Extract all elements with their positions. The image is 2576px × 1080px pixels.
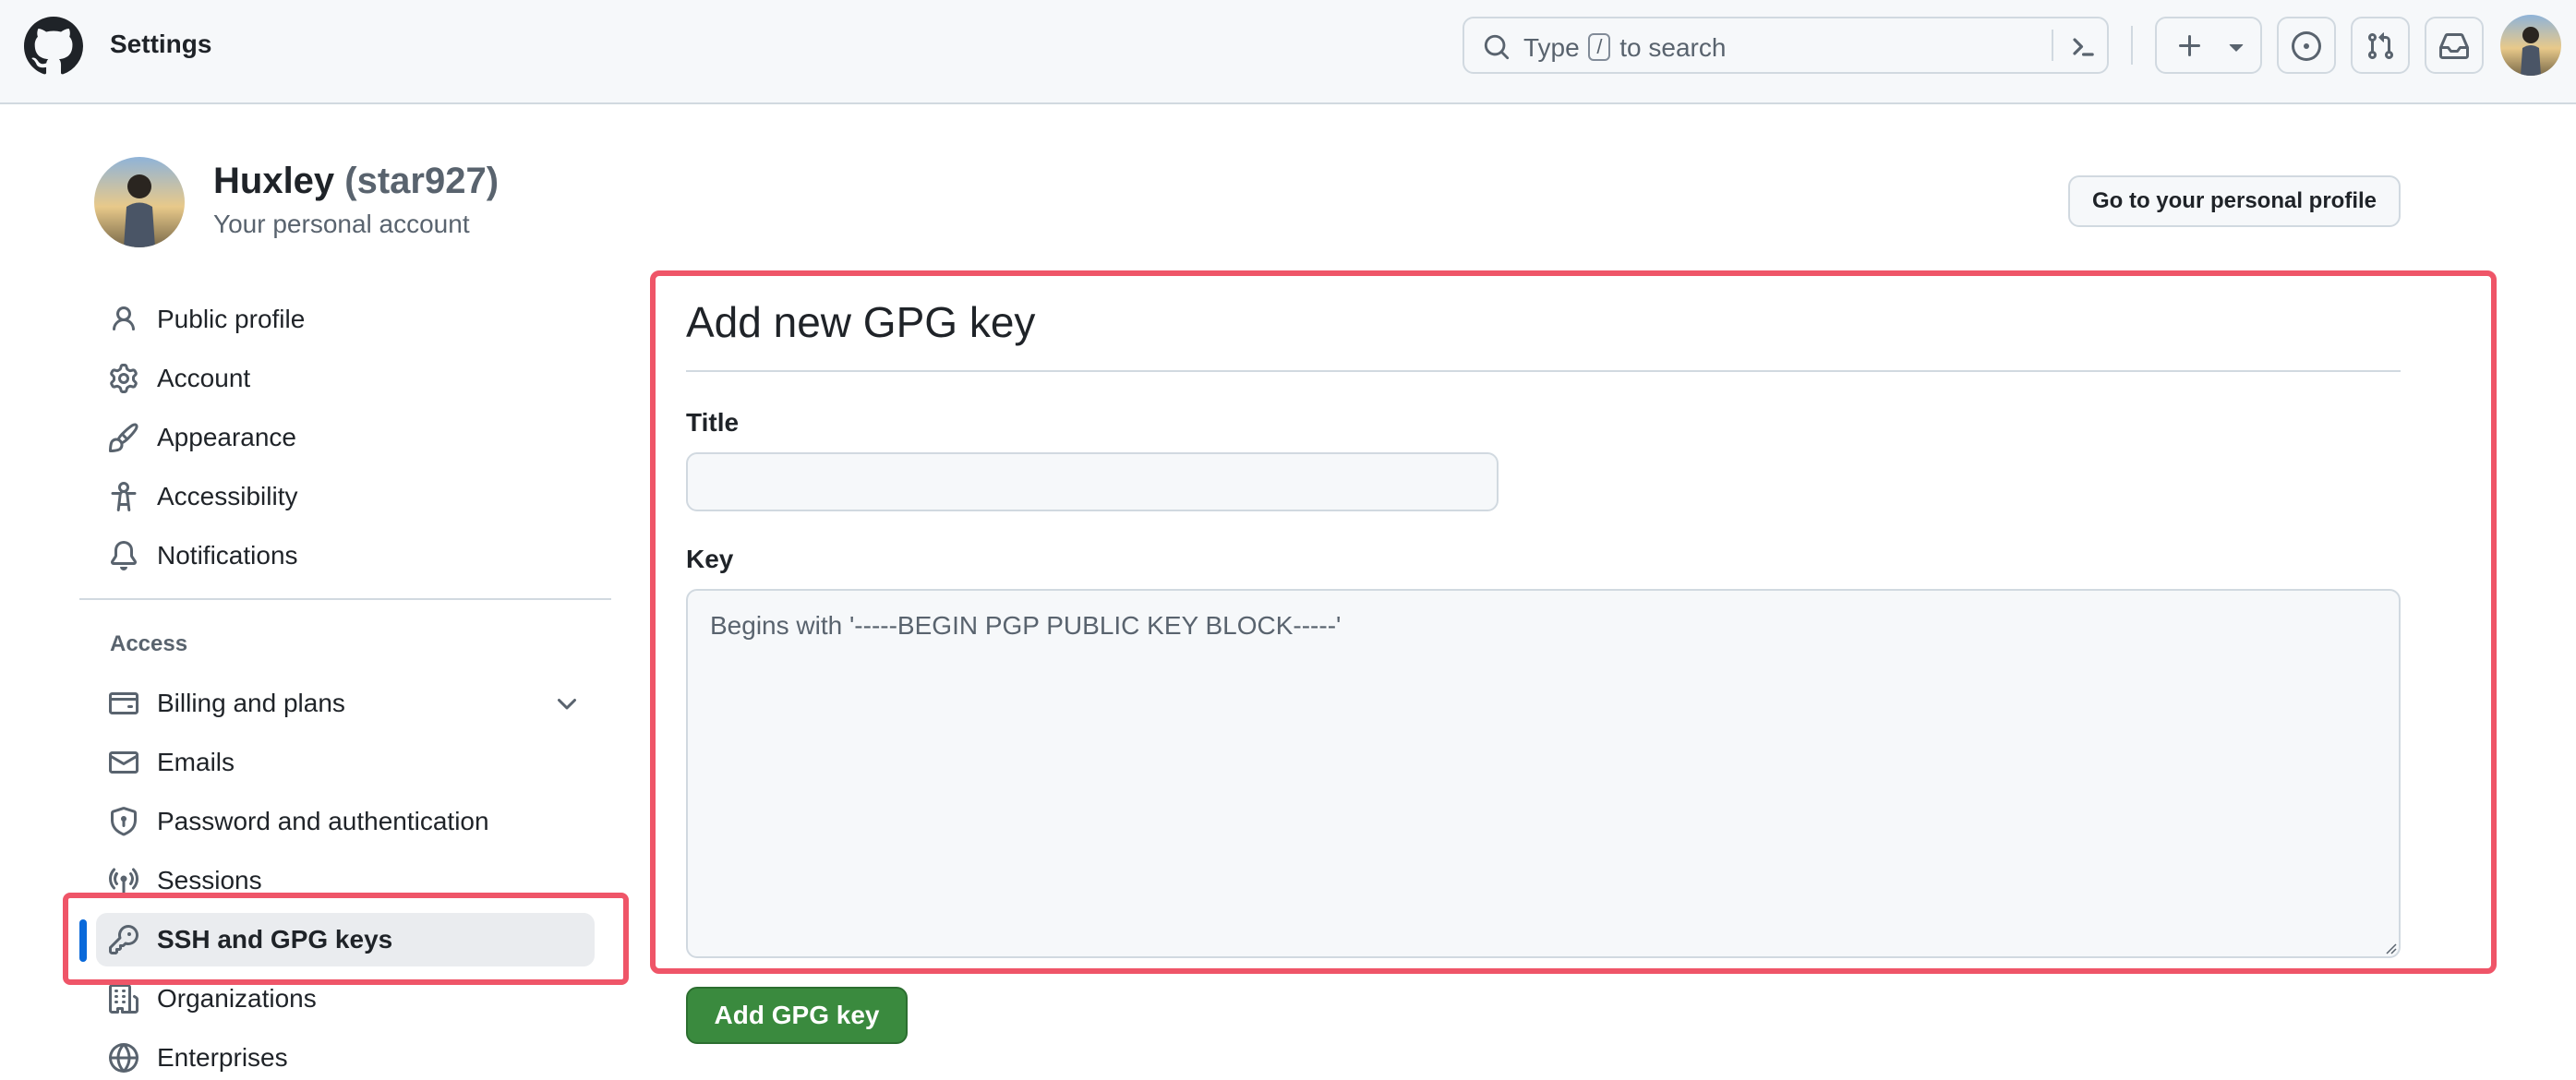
sidebar-item-emails[interactable]: Emails — [96, 736, 595, 789]
issues-icon — [2292, 31, 2321, 61]
search-icon — [1484, 34, 1510, 60]
search-placeholder: Type / to search — [1523, 33, 1726, 63]
sidebar-item-label: Appearance — [157, 423, 297, 451]
key-field-label: Key — [686, 545, 734, 573]
sidebar-item-label: Sessions — [157, 866, 262, 894]
search-prefix: Type — [1523, 33, 1580, 62]
pull-requests-icon — [2367, 32, 2394, 60]
sidebar-item-billing[interactable]: Billing and plans — [96, 677, 595, 730]
sidebar-item-label: Accessibility — [157, 482, 298, 510]
sidebar-item-label: Password and authentication — [157, 807, 489, 835]
search-divider — [2052, 30, 2053, 61]
pull-requests-button[interactable] — [2351, 17, 2410, 74]
create-new-button[interactable] — [2155, 17, 2262, 74]
profile-avatar — [94, 157, 185, 247]
command-palette-icon[interactable] — [2066, 31, 2098, 63]
accessibility-icon — [111, 482, 137, 511]
sidebar-item-label: Public profile — [157, 305, 306, 333]
search-shortcut-key: / — [1588, 33, 1611, 61]
search-input[interactable]: Type / to search — [1463, 17, 2109, 74]
search-suffix: to search — [1619, 33, 1727, 62]
plus-icon — [2179, 35, 2200, 56]
go-to-profile-button[interactable]: Go to your personal profile — [2068, 175, 2401, 227]
header-separator — [2131, 26, 2133, 65]
organization-icon — [109, 984, 138, 1014]
gear-icon — [110, 364, 138, 393]
sidebar-item-password[interactable]: Password and authentication — [96, 795, 595, 848]
add-gpg-key-button[interactable]: Add GPG key — [686, 987, 908, 1044]
title-divider — [686, 370, 2401, 372]
sidebar-item-accessibility[interactable]: Accessibility — [96, 470, 595, 523]
triangle-down-icon — [2229, 44, 2244, 52]
paintbrush-icon — [109, 423, 138, 452]
key-field[interactable] — [686, 589, 2401, 958]
profile-subtitle: Your personal account — [213, 210, 470, 238]
credit-card-icon — [109, 692, 138, 714]
chevron-down-icon[interactable] — [552, 690, 582, 719]
sidebar-item-label: Account — [157, 364, 251, 392]
avatar-image — [2500, 15, 2561, 76]
sidebar-item-notifications[interactable]: Notifications — [96, 529, 595, 582]
sidebar-item-appearance[interactable]: Appearance — [96, 411, 595, 464]
sidebar-item-enterprises[interactable]: Enterprises — [96, 1031, 595, 1080]
top-header: Settings Type / to search — [0, 0, 2576, 104]
highlight-box-sidebar — [63, 893, 629, 985]
profile-handle: (star927) — [344, 161, 500, 201]
access-section-label: Access — [110, 631, 188, 656]
title-field-label: Title — [686, 408, 740, 437]
issues-button[interactable] — [2277, 17, 2336, 74]
globe-icon — [109, 1043, 138, 1073]
github-logo-icon[interactable] — [24, 17, 83, 76]
sidebar-item-label: Emails — [157, 748, 235, 776]
broadcast-icon — [109, 868, 138, 894]
sidebar-item-public-profile[interactable]: Public profile — [96, 293, 595, 346]
person-icon — [113, 306, 135, 331]
bell-icon — [110, 541, 137, 570]
profile-display-name: Huxley — [213, 161, 335, 201]
inbox-button[interactable] — [2425, 17, 2484, 74]
sidebar-item-label: Billing and plans — [157, 689, 345, 717]
form-title: Add new GPG key — [686, 298, 1036, 346]
page-title: Settings — [110, 30, 212, 58]
sidebar-item-label: Notifications — [157, 541, 298, 570]
sidebar-divider — [79, 598, 611, 600]
title-field[interactable] — [686, 452, 1499, 511]
profile-name: Huxley (star927) — [213, 161, 499, 202]
inbox-icon — [2439, 33, 2469, 59]
resize-handle-icon[interactable] — [2382, 940, 2397, 954]
sidebar-item-label: Enterprises — [157, 1043, 288, 1072]
sidebar-item-account[interactable]: Account — [96, 352, 595, 405]
mail-icon — [109, 751, 138, 774]
shield-lock-icon — [111, 807, 137, 836]
user-avatar-menu[interactable] — [2500, 15, 2561, 76]
sidebar-item-label: Organizations — [157, 984, 317, 1013]
avatar-image — [94, 157, 185, 247]
